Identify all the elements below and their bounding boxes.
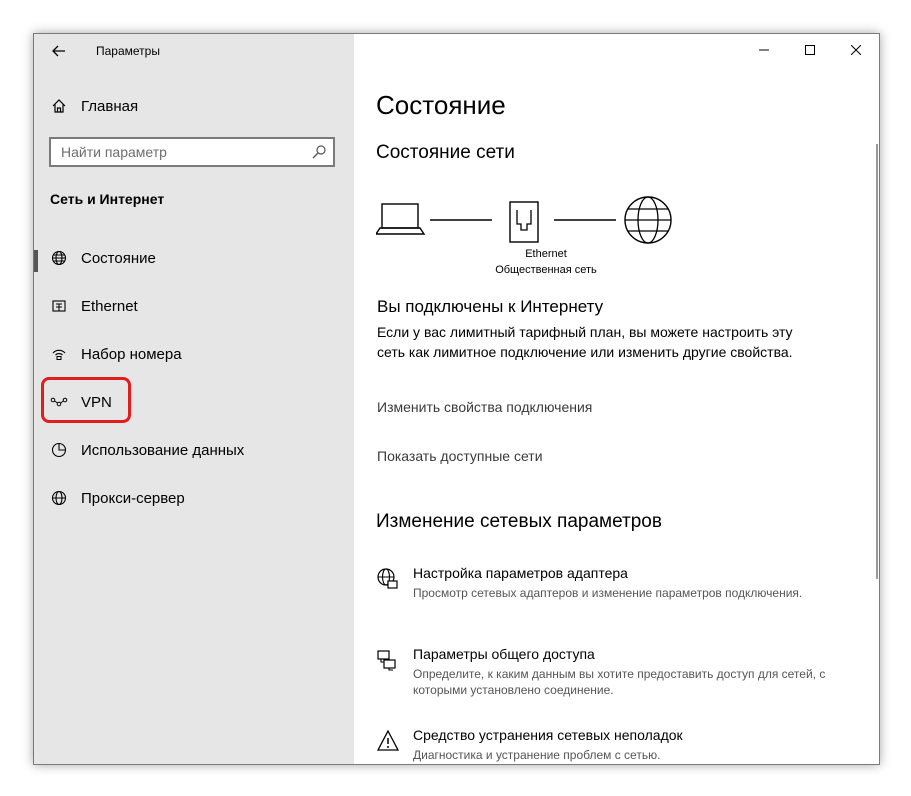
globe-icon bbox=[50, 249, 68, 267]
adapter-settings-item[interactable]: Настройка параметров адаптера Просмотр с… bbox=[376, 565, 856, 617]
ethernet-icon bbox=[50, 297, 68, 315]
section-title: Сеть и Интернет bbox=[50, 191, 165, 207]
maximize-button[interactable] bbox=[787, 34, 833, 66]
adapter-icon bbox=[377, 568, 398, 589]
tool-title: Настройка параметров адаптера bbox=[413, 565, 628, 581]
sidebar-item-data-usage[interactable]: Использование данных bbox=[34, 430, 354, 470]
sharing-icon bbox=[377, 650, 396, 671]
sidebar-item-ethernet[interactable]: Ethernet bbox=[34, 286, 354, 326]
sidebar-item-dialup[interactable]: Набор номера bbox=[34, 334, 354, 374]
back-button[interactable] bbox=[48, 40, 70, 62]
close-button[interactable] bbox=[833, 34, 879, 66]
close-icon bbox=[851, 45, 861, 55]
tool-title: Параметры общего доступа bbox=[413, 646, 595, 662]
minimize-button[interactable] bbox=[741, 34, 787, 66]
main-panel: Состояние Состояние сети Ethernet Общест… bbox=[354, 34, 879, 764]
network-troubleshooter-item[interactable]: Средство устранения сетевых неполадок Ди… bbox=[376, 727, 856, 764]
minimize-icon bbox=[759, 49, 769, 51]
show-available-networks-link[interactable]: Показать доступные сети bbox=[377, 448, 543, 464]
search-icon[interactable] bbox=[311, 144, 327, 160]
sidebar-item-label: Состояние bbox=[81, 249, 156, 267]
sidebar-item-proxy[interactable]: Прокси-сервер bbox=[34, 478, 354, 518]
sidebar-item-label: Использование данных bbox=[81, 441, 245, 459]
connected-description: Если у вас лимитный тарифный план, вы мо… bbox=[377, 324, 793, 360]
warning-icon bbox=[376, 729, 400, 751]
tool-title: Средство устранения сетевых неполадок bbox=[413, 727, 683, 743]
proxy-icon bbox=[50, 489, 68, 507]
back-arrow-icon bbox=[52, 45, 65, 57]
connected-title: Вы подключены к Интернету bbox=[377, 297, 604, 316]
network-diagram bbox=[376, 196, 672, 244]
window-title: Параметры bbox=[96, 44, 160, 58]
laptop-icon bbox=[376, 203, 426, 235]
sidebar-item-status[interactable]: Состояние bbox=[34, 238, 354, 278]
data-usage-icon bbox=[50, 441, 68, 459]
settings-window: Параметры Главная Сеть и Интернет bbox=[33, 33, 880, 765]
adapter-label: Ethernet bbox=[525, 248, 567, 260]
maximize-icon bbox=[805, 45, 815, 55]
page-title: Состояние bbox=[376, 90, 506, 120]
scrollbar[interactable] bbox=[876, 144, 878, 579]
sidebar-item-label: Главная bbox=[81, 97, 139, 115]
internet-globe-icon bbox=[624, 196, 672, 244]
tool-description: Диагностика и устранение проблем с сетью… bbox=[413, 748, 661, 762]
ethernet-adapter-icon bbox=[509, 201, 539, 243]
change-connection-properties-link[interactable]: Изменить свойства подключения bbox=[377, 399, 592, 415]
change-network-settings-title: Изменение сетевых параметров bbox=[376, 511, 662, 532]
sidebar-item-label: Ethernet bbox=[81, 297, 138, 315]
search-input[interactable] bbox=[51, 139, 311, 165]
sidebar: Параметры Главная Сеть и Интернет bbox=[34, 34, 354, 764]
sharing-options-item[interactable]: Параметры общего доступа Определите, к к… bbox=[376, 646, 856, 698]
sidebar-item-home[interactable]: Главная bbox=[34, 86, 354, 126]
network-status-title: Состояние сети bbox=[376, 142, 515, 163]
dialup-icon bbox=[50, 345, 68, 363]
tool-description: Определите, к каким данным вы хотите пре… bbox=[413, 667, 826, 697]
vpn-highlight-frame bbox=[41, 377, 131, 423]
tool-description: Просмотр сетевых адаптеров и изменение п… bbox=[413, 586, 803, 600]
home-icon bbox=[50, 97, 68, 115]
sidebar-item-label: Прокси-сервер bbox=[81, 489, 185, 507]
network-type-label: Общественная сеть bbox=[495, 264, 597, 276]
sidebar-item-label: Набор номера bbox=[81, 345, 182, 363]
search-box[interactable] bbox=[49, 137, 335, 167]
